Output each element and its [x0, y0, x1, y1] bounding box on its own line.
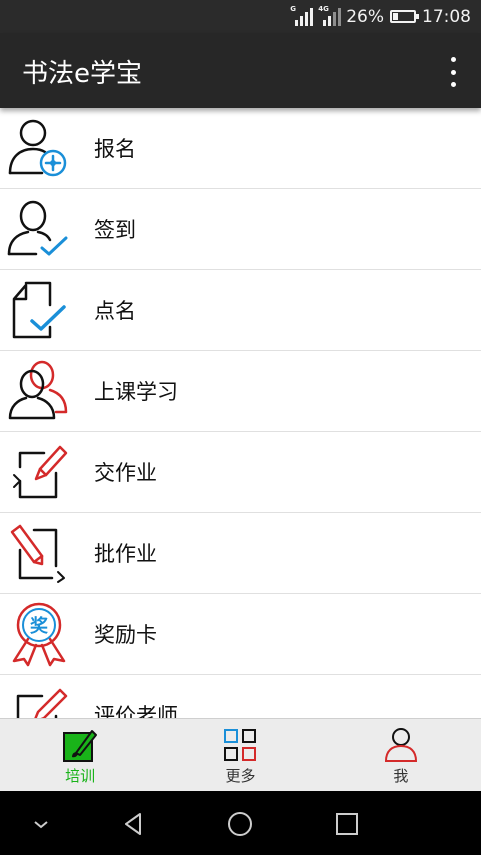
status-indicators: G 4G 26% 17:08	[290, 0, 471, 33]
signal-tag: G	[290, 4, 296, 13]
chevron-down-icon[interactable]	[26, 809, 56, 839]
app-bar: 书法e学宝	[0, 33, 481, 108]
menu-item-rollcall[interactable]: 点名	[0, 270, 481, 351]
signal-4g-icon: 4G	[318, 4, 342, 26]
person-icon	[384, 728, 417, 762]
menu-item-signup[interactable]: 报名	[0, 108, 481, 189]
person-add-icon	[0, 108, 94, 189]
tab-label: 培训	[65, 767, 96, 785]
bottom-nav: 培训 更多 我	[0, 718, 481, 791]
battery-percent: 26%	[346, 6, 384, 27]
signal-4g-tag: 4G	[318, 4, 329, 13]
person-check-icon	[0, 189, 94, 270]
brush-board-icon	[63, 730, 98, 762]
menu-item-label: 评价老师	[94, 704, 178, 718]
tab-more[interactable]: 更多	[160, 719, 320, 791]
menu-item-evaluate-teacher[interactable]: 评价老师	[0, 675, 481, 718]
tab-label: 我	[393, 767, 409, 785]
more-vert-icon[interactable]	[443, 57, 463, 87]
menu-item-label: 批作业	[94, 542, 157, 566]
home-icon[interactable]	[225, 809, 255, 839]
evaluate-teacher-icon	[0, 675, 94, 718]
clock: 17:08	[422, 6, 471, 27]
signal-icon: G	[290, 4, 314, 26]
menu-item-label: 点名	[94, 299, 136, 323]
document-check-icon	[0, 270, 94, 351]
menu-item-label: 上课学习	[94, 380, 178, 404]
menu-item-submit-homework[interactable]: 交作业	[0, 432, 481, 513]
tab-me[interactable]: 我	[321, 719, 481, 791]
group-class-icon	[0, 351, 94, 432]
award-badge-text: 奖	[30, 615, 49, 637]
award-ribbon-icon: 奖	[0, 594, 94, 675]
menu-item-label: 奖励卡	[94, 623, 157, 647]
grade-homework-icon	[0, 513, 94, 594]
tab-label: 更多	[225, 767, 256, 785]
grid-icon	[224, 729, 257, 761]
menu-item-grade-homework[interactable]: 批作业	[0, 513, 481, 594]
submit-homework-icon	[0, 432, 94, 513]
tab-training[interactable]: 培训	[0, 719, 160, 791]
back-icon[interactable]	[118, 809, 148, 839]
menu-list[interactable]: 报名 签到 点名 上课学习 交作业 批作业 奖 奖励卡 评价老师	[0, 108, 481, 718]
menu-item-checkin[interactable]: 签到	[0, 189, 481, 270]
menu-item-label: 报名	[94, 137, 136, 161]
status-bar: G 4G 26% 17:08	[0, 0, 481, 33]
menu-item-award-card[interactable]: 奖 奖励卡	[0, 594, 481, 675]
menu-item-attend-class[interactable]: 上课学习	[0, 351, 481, 432]
menu-item-label: 签到	[94, 218, 136, 242]
menu-item-label: 交作业	[94, 461, 157, 485]
recents-icon[interactable]	[332, 809, 362, 839]
app-title: 书法e学宝	[22, 59, 142, 89]
system-nav-bar	[0, 791, 481, 855]
battery-icon	[390, 10, 419, 23]
